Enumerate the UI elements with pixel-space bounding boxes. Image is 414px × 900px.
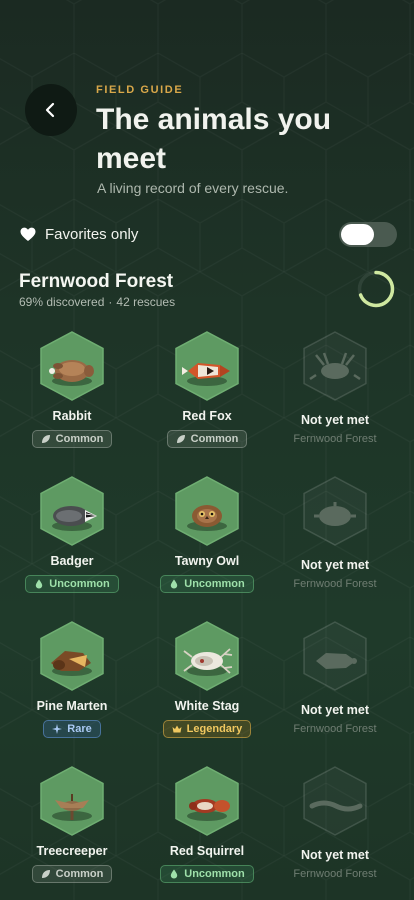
region-stats: 69% discovered · 42 rescues — [19, 295, 176, 309]
white-stag-icon — [175, 621, 239, 691]
animal-hex-tile — [39, 331, 105, 401]
animal-hex-tile — [39, 766, 105, 836]
animal-card-owl[interactable]: Tawny Owl Uncommon — [138, 473, 276, 613]
rarity-label: Uncommon — [184, 868, 245, 880]
toggle-knob — [341, 224, 374, 245]
sparkle-icon — [52, 724, 63, 734]
locked-hex-tile — [302, 331, 368, 401]
locked-animal-card[interactable]: Not yet met Fernwood Forest — [266, 618, 404, 758]
discovery-progress-ring — [357, 270, 395, 308]
rarity-label: Rare — [67, 723, 92, 735]
animal-card-white-stag[interactable]: White Stag Legendary — [138, 618, 276, 758]
boar-silhouette-icon — [303, 621, 367, 691]
animal-hex-tile — [174, 621, 240, 691]
animal-name: Treecreeper — [36, 844, 108, 858]
favorites-toggle[interactable] — [339, 222, 397, 247]
region-title: Fernwood Forest — [19, 271, 174, 292]
locked-animal-card[interactable]: Not yet met Fernwood Forest — [266, 473, 404, 613]
rarity-badge: Common — [166, 430, 248, 448]
discovered-percent: 69% discovered — [19, 295, 105, 309]
animal-name: Not yet met — [300, 413, 370, 427]
page-title: The animals you meet — [96, 103, 332, 175]
rarity-badge: Common — [31, 430, 113, 448]
drop-icon — [171, 579, 178, 589]
rarity-label: Common — [190, 433, 239, 445]
locked-region-label: Fernwood Forest — [293, 723, 377, 735]
rescue-count: 42 rescues — [116, 295, 176, 309]
rarity-label: Uncommon — [184, 578, 245, 590]
rarity-badge: Rare — [43, 720, 101, 738]
animal-name: Pine Marten — [36, 699, 108, 713]
rarity-label: Common — [55, 433, 104, 445]
animal-card-pine-marten[interactable]: Pine Marten Rare — [3, 618, 141, 758]
favorites-label: Favorites only — [45, 226, 139, 243]
back-button[interactable] — [25, 84, 77, 136]
animal-name: Rabbit — [52, 409, 92, 423]
drop-icon — [36, 579, 43, 589]
animal-name: Red Fox — [182, 409, 232, 423]
rabbit-icon — [40, 331, 104, 401]
crown-icon — [172, 725, 182, 733]
locked-hex-tile — [302, 766, 368, 836]
leaf-icon — [176, 435, 185, 443]
animal-name: Not yet met — [300, 848, 370, 862]
animal-name: Tawny Owl — [174, 554, 240, 568]
rarity-label: Uncommon — [49, 578, 110, 590]
locked-region-label: Fernwood Forest — [293, 578, 377, 590]
squirrel-icon — [175, 766, 239, 836]
leaf-icon — [41, 870, 50, 878]
rarity-label: Common — [55, 868, 104, 880]
locked-animal-card[interactable]: Not yet met Fernwood Forest — [266, 763, 404, 900]
badger-icon — [40, 476, 104, 546]
animal-card-fox[interactable]: Red Fox Common — [138, 328, 276, 468]
rarity-label: Legendary — [186, 723, 243, 735]
rarity-badge: Uncommon — [160, 865, 254, 883]
animal-card-badger[interactable]: Badger Uncommon — [3, 473, 141, 613]
animal-hex-tile — [39, 476, 105, 546]
animal-hex-tile — [174, 476, 240, 546]
hedgehog-silhouette-icon — [303, 476, 367, 546]
locked-hex-tile — [302, 476, 368, 546]
animal-name: White Stag — [174, 699, 240, 713]
field-guide-screen: FIELD GUIDE The animals you meet A livin… — [0, 0, 414, 900]
animal-card-squirrel[interactable]: Red Squirrel Uncommon — [138, 763, 276, 900]
animal-hex-tile — [39, 621, 105, 691]
leaf-icon — [41, 435, 50, 443]
rarity-badge: Uncommon — [25, 575, 119, 593]
animal-name: Not yet met — [300, 558, 370, 572]
animal-card-treecreeper[interactable]: Treecreeper Common — [3, 763, 141, 900]
locked-hex-tile — [302, 621, 368, 691]
page-subtitle: A living record of every rescue. — [97, 180, 289, 196]
treecreeper-icon — [40, 766, 104, 836]
drop-icon — [171, 869, 178, 879]
snake-silhouette-icon — [303, 766, 367, 836]
rarity-badge: Uncommon — [160, 575, 254, 593]
owl-icon — [175, 476, 239, 546]
animal-card-rabbit[interactable]: Rabbit Common — [3, 328, 141, 468]
favorites-filter-row: Favorites only — [20, 222, 397, 248]
deer-silhouette-icon — [303, 331, 367, 401]
rarity-badge: Common — [31, 865, 113, 883]
pine-marten-icon — [40, 621, 104, 691]
locked-region-label: Fernwood Forest — [293, 433, 377, 445]
section-eyebrow: FIELD GUIDE — [96, 84, 184, 96]
fox-icon — [175, 331, 239, 401]
animal-name: Badger — [50, 554, 94, 568]
animal-hex-tile — [174, 331, 240, 401]
chevron-left-icon — [45, 102, 55, 118]
animal-hex-tile — [174, 766, 240, 836]
rarity-badge: Legendary — [162, 720, 252, 738]
heart-icon — [20, 227, 36, 241]
locked-region-label: Fernwood Forest — [293, 868, 377, 880]
animal-name: Not yet met — [300, 703, 370, 717]
animal-name: Red Squirrel — [169, 844, 245, 858]
locked-animal-card[interactable]: Not yet met Fernwood Forest — [266, 328, 404, 468]
